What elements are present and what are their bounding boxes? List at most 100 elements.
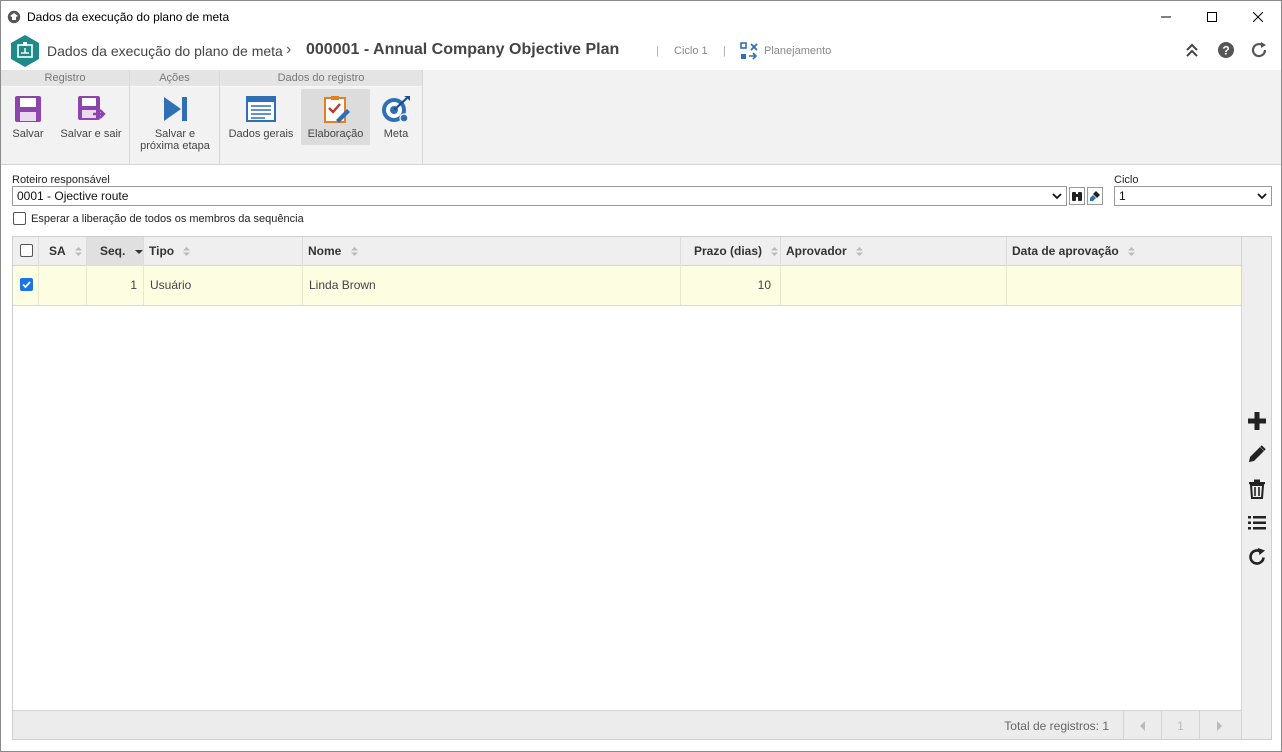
header-divider: |: [723, 45, 726, 57]
column-header-tipo[interactable]: Tipo: [144, 237, 303, 266]
prev-page-button[interactable]: [1123, 711, 1161, 740]
elaboration-icon: [323, 96, 350, 123]
row-select-cell: [13, 266, 39, 305]
app-window: Dados da execução do plano de meta Dados…: [0, 0, 1282, 752]
cell-data-aprovacao: [1007, 266, 1241, 305]
route-value: 0001 - Ojective route: [17, 189, 129, 203]
svg-text:?: ?: [1222, 44, 1229, 58]
save-label: Salvar: [12, 128, 44, 140]
save-exit-icon: [78, 96, 106, 120]
route-search-button[interactable]: [1069, 187, 1085, 205]
column-label: Nome: [308, 244, 342, 258]
save-exit-label: Salvar e sair: [60, 128, 122, 140]
sort-icon: [771, 247, 779, 257]
chevron-left-icon: [1139, 720, 1145, 731]
refresh-button[interactable]: [1247, 547, 1267, 567]
route-select[interactable]: 0001 - Ojective route: [12, 186, 1067, 206]
column-label: Seq.: [100, 244, 126, 258]
ribbon-group-title: Ações: [130, 70, 219, 87]
grid-footer: Total de registros: 1 1: [13, 710, 1241, 740]
grid-header: SA Seq. Tipo Nome Prazo (dias) Aprovador: [13, 237, 1241, 266]
cell-nome: Linda Brown: [303, 266, 681, 305]
breadcrumb-main: Dados da execução do plano de meta: [47, 43, 283, 59]
column-header-sa[interactable]: SA: [39, 237, 87, 266]
general-data-icon: [246, 96, 276, 122]
collapse-up-icon[interactable]: [1184, 41, 1200, 59]
grid-side-toolbar: [1241, 237, 1271, 739]
save-and-exit-button[interactable]: Salvar e sair: [57, 89, 125, 145]
cycle-value: 1: [1119, 189, 1126, 203]
header-divider: |: [656, 45, 659, 57]
sort-descending-icon: [134, 250, 143, 255]
header-cycle: Ciclo 1: [674, 45, 708, 57]
cycle-select[interactable]: 1: [1114, 186, 1272, 206]
column-header-prazo[interactable]: Prazo (dias): [681, 237, 781, 266]
reload-icon[interactable]: [1250, 41, 1268, 59]
module-logo-icon: [11, 35, 39, 67]
edit-icon: [1249, 445, 1266, 462]
list-icon: [1248, 516, 1266, 530]
maximize-button[interactable]: [1189, 1, 1235, 32]
sort-icon: [856, 247, 864, 257]
route-clear-button[interactable]: [1087, 187, 1103, 205]
save-next-label-line2: próxima etapa: [140, 140, 210, 152]
ribbon-group-title: Registro: [1, 70, 129, 87]
column-header-seq[interactable]: Seq.: [87, 237, 144, 266]
page-number: 1: [1161, 711, 1199, 740]
edit-button[interactable]: [1247, 444, 1267, 464]
select-all-cell: [13, 237, 39, 266]
column-label: Aprovador: [786, 244, 847, 258]
minimize-button[interactable]: [1143, 1, 1189, 32]
cycle-label: Ciclo: [1114, 174, 1139, 186]
cell-aprovador: [781, 266, 1007, 305]
select-all-checkbox[interactable]: [20, 244, 33, 257]
sort-icon: [350, 247, 358, 257]
goal-button[interactable]: Meta: [375, 89, 417, 145]
add-icon: [1248, 412, 1266, 430]
cell-seq: 1: [87, 266, 144, 305]
save-and-next-step-button[interactable]: Salvar e próxima etapa: [136, 89, 214, 157]
save-icon: [15, 96, 41, 122]
general-data-button[interactable]: Dados gerais: [226, 89, 296, 145]
next-page-button[interactable]: [1199, 711, 1237, 740]
elaboration-label: Elaboração: [307, 128, 364, 140]
column-label: Data de aprovação: [1012, 244, 1119, 258]
total-records: Total de registros: 1: [1004, 719, 1109, 733]
goal-label: Meta: [383, 128, 409, 140]
sequence-grid: SA Seq. Tipo Nome Prazo (dias) Aprovador: [12, 236, 1272, 740]
minimize-icon: [1161, 16, 1171, 17]
maximize-icon: [1207, 11, 1217, 22]
window-title: Dados da execução do plano de meta: [27, 9, 230, 24]
close-icon: [1253, 11, 1263, 22]
header-stage: Planejamento: [764, 45, 832, 57]
column-header-data-aprovacao[interactable]: Data de aprovação: [1007, 237, 1241, 266]
cell-prazo: 10: [681, 266, 781, 305]
close-button[interactable]: [1235, 1, 1281, 32]
add-button[interactable]: [1247, 411, 1267, 431]
column-header-nome[interactable]: Nome: [303, 237, 681, 266]
column-header-aprovador[interactable]: Aprovador: [781, 237, 1007, 266]
column-label: SA: [49, 244, 66, 258]
column-label: Tipo: [149, 244, 175, 258]
column-label: Prazo (dias): [694, 244, 763, 258]
list-button[interactable]: [1247, 513, 1267, 533]
page-header: Dados da execução do plano de meta › 000…: [1, 32, 1281, 70]
delete-button[interactable]: [1247, 479, 1267, 499]
chevron-down-icon: [1052, 193, 1062, 200]
record-title: 000001 - Annual Company Objective Plan: [306, 41, 620, 58]
delete-icon: [1249, 479, 1265, 499]
save-button[interactable]: Salvar: [7, 89, 49, 145]
table-row[interactable]: 1 Usuário Linda Brown 10: [13, 266, 1241, 306]
wait-release-checkbox[interactable]: [13, 212, 26, 225]
help-icon[interactable]: ?: [1217, 41, 1235, 59]
app-icon: [7, 10, 21, 23]
cell-sa: [39, 266, 87, 305]
ribbon-toolbar: Registro Ações Dados do registro Salvar …: [1, 70, 1281, 165]
elaboration-button[interactable]: Elaboração: [301, 89, 370, 145]
eraser-brush-icon: [1090, 191, 1100, 201]
cell-tipo: Usuário: [144, 266, 303, 305]
save-next-label-line1: Salvar e: [154, 128, 196, 140]
chevron-down-icon: [1257, 193, 1267, 200]
ribbon-group-title: Dados do registro: [220, 70, 422, 87]
row-checkbox[interactable]: [20, 278, 33, 291]
